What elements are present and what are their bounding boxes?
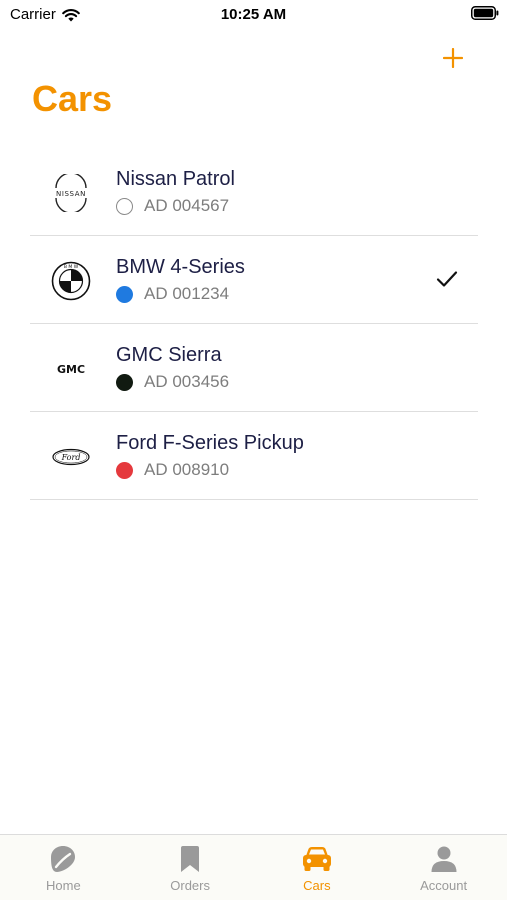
tab-cars[interactable]: Cars bbox=[254, 835, 381, 900]
car-list-item[interactable]: NISSAN Nissan Patrol AD 004567 bbox=[30, 148, 478, 236]
person-icon bbox=[430, 844, 458, 874]
page-title: Cars bbox=[32, 78, 113, 119]
color-swatch-white bbox=[116, 197, 133, 215]
car-name: Nissan Patrol bbox=[116, 168, 235, 190]
car-details: AD 001234 bbox=[116, 284, 229, 304]
car-details: AD 003456 bbox=[116, 372, 229, 392]
svg-text:B M W: B M W bbox=[64, 264, 79, 270]
car-details: AD 008910 bbox=[116, 460, 229, 480]
car-name: Ford F-Series Pickup bbox=[116, 432, 304, 454]
tab-label: Account bbox=[420, 878, 468, 893]
ford-logo: Ford bbox=[50, 436, 92, 478]
tab-label: Home bbox=[46, 878, 81, 893]
plus-icon bbox=[443, 48, 463, 68]
tab-bar: Home Orders Cars Account bbox=[0, 834, 507, 900]
car-name: GMC Sierra bbox=[116, 344, 222, 366]
status-bar: Carrier 10:25 AM bbox=[0, 0, 507, 30]
svg-text:GMC: GMC bbox=[57, 363, 85, 376]
bmw-logo: B M W bbox=[50, 260, 92, 302]
tab-orders[interactable]: Orders bbox=[127, 835, 254, 900]
car-list: NISSAN Nissan Patrol AD 004567 B M W BMW… bbox=[30, 148, 478, 500]
bookmark-icon bbox=[179, 844, 201, 874]
car-list-item[interactable]: Ford Ford F-Series Pickup AD 008910 bbox=[30, 412, 478, 500]
car-plate: AD 004567 bbox=[144, 196, 230, 215]
car-name: BMW 4-Series bbox=[116, 256, 245, 278]
battery-icon bbox=[471, 6, 499, 24]
checkmark-icon bbox=[436, 271, 458, 287]
car-list-item[interactable]: GMC GMC Sierra AD 003456 bbox=[30, 324, 478, 412]
tab-home[interactable]: Home bbox=[0, 835, 127, 900]
map-pin-icon bbox=[49, 844, 77, 874]
tab-account[interactable]: Account bbox=[380, 835, 507, 900]
gmc-logo: GMC bbox=[50, 348, 92, 390]
status-time: 10:25 AM bbox=[220, 6, 287, 23]
cars-screen: Carrier 10:25 AM Cars NISSAN Nissan Patr… bbox=[0, 0, 507, 900]
color-swatch-black bbox=[116, 373, 133, 391]
car-plate: AD 008910 bbox=[144, 460, 230, 479]
nissan-logo: NISSAN bbox=[50, 172, 92, 214]
svg-text:NISSAN: NISSAN bbox=[56, 190, 86, 198]
color-swatch-red bbox=[116, 461, 133, 479]
car-icon bbox=[302, 844, 332, 874]
tab-label: Cars bbox=[303, 878, 331, 893]
tab-label: Orders bbox=[170, 878, 210, 893]
color-swatch-blue bbox=[116, 285, 133, 303]
add-car-button[interactable] bbox=[439, 44, 467, 72]
car-list-item[interactable]: B M W BMW 4-Series AD 001234 bbox=[30, 236, 478, 324]
car-plate: AD 003456 bbox=[144, 372, 230, 391]
car-details: AD 004567 bbox=[116, 196, 229, 216]
svg-text:Ford: Ford bbox=[61, 453, 81, 462]
car-plate: AD 001234 bbox=[144, 284, 230, 303]
